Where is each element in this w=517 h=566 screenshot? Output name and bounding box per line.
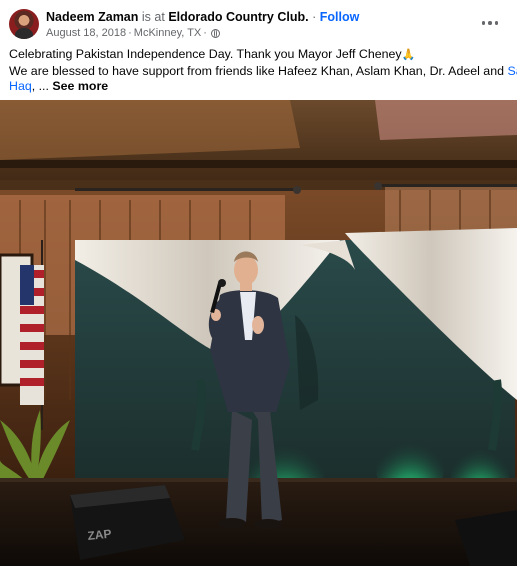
praying-hands-emoji: 🙏 [401,49,416,61]
at-text: is at [141,10,165,24]
post-text: Celebrating Pakistan Independence Day. T… [9,47,517,95]
meta-separator-1: · [128,27,132,39]
post-text-line-1: Celebrating Pakistan Independence Day. T… [9,47,509,64]
post-text-line-3: Haq, ... See more [9,79,509,95]
svg-text:ZAP: ZAP [87,527,112,543]
post-text-segment: Celebrating Pakistan Independence Day. T… [9,47,402,61]
globe-icon [210,29,220,38]
stage-photo-illustration: ZAP [0,100,517,566]
facebook-post: Nadeem Zaman is at Eldorado Country Club… [0,0,517,566]
mention-link[interactable]: Sadaf [507,64,517,78]
more-options-button[interactable] [479,12,501,34]
meta-separator-2: · [203,27,207,39]
post-photo[interactable]: ZAP [0,100,517,566]
post-meta: August 18, 2018 · McKinney, TX · [46,27,220,40]
post-date[interactable]: August 18, 2018 [46,27,126,40]
author-avatar[interactable] [9,9,39,39]
more-options-icon-dot [494,21,499,25]
post-location: McKinney, TX [133,27,202,39]
author-line: Nadeem Zaman is at Eldorado Country Club… [46,10,359,25]
see-more-link[interactable]: See more [52,79,108,93]
post-text-line-2: We are blessed to have support from frie… [9,63,517,80]
post-header: Nadeem Zaman is at Eldorado Country Club… [0,0,517,42]
follow-button[interactable]: Follow [320,10,360,24]
separator-dot: · [312,10,317,24]
more-options-icon [481,21,486,25]
more-options-icon-dot [488,21,492,25]
place-link[interactable]: Eldorado Country Club. [168,10,308,24]
author-name[interactable]: Nadeem Zaman [46,10,138,24]
post-text-segment: , ... [31,79,53,93]
mention-link[interactable]: Haq [9,79,32,93]
post-text-segment: We are blessed to have support from frie… [9,63,508,78]
